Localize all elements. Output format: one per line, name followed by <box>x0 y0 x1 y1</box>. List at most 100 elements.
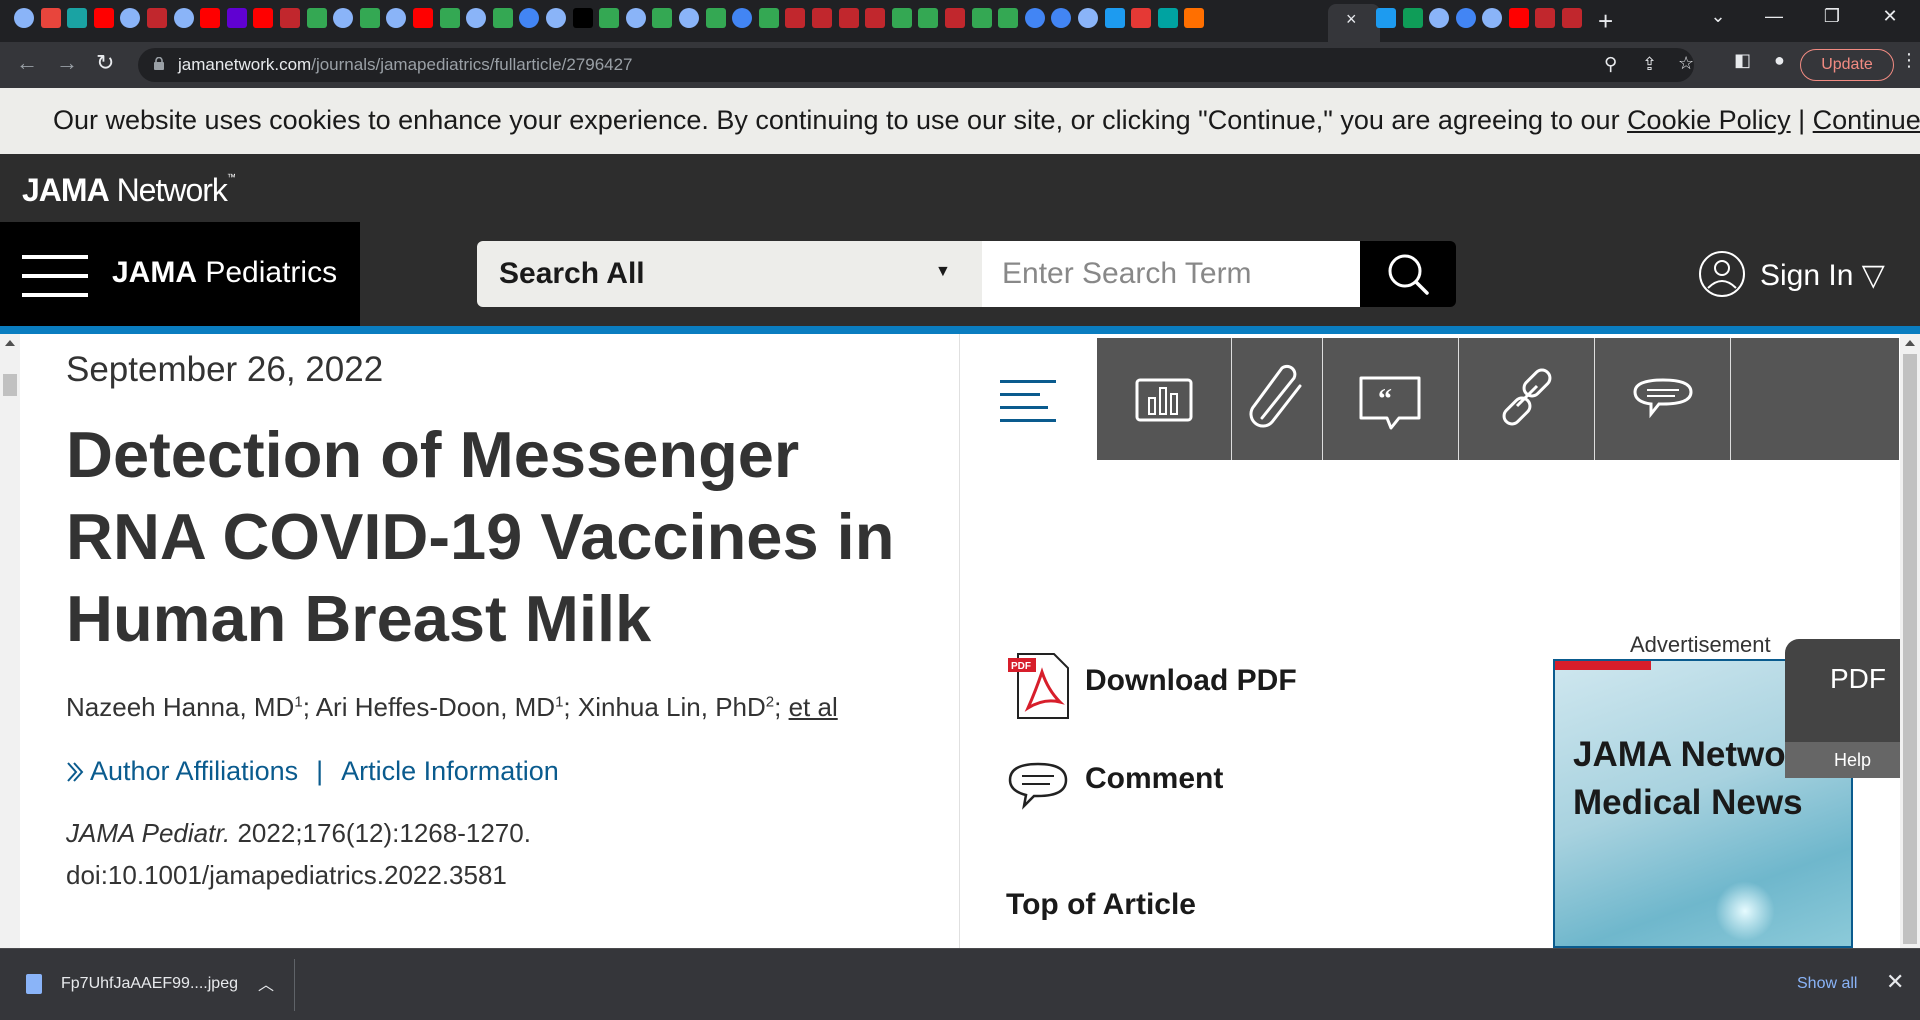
journal-title[interactable]: JAMA Pediatrics <box>112 256 337 290</box>
profile-icon[interactable]: ● <box>1774 50 1785 71</box>
globe-icon[interactable] <box>14 8 34 28</box>
author-name[interactable]: Nazeeh Hanna, MD <box>66 692 294 722</box>
globe-icon[interactable] <box>1482 8 1502 28</box>
youtube-icon[interactable] <box>413 8 433 28</box>
red-icon[interactable] <box>1131 8 1152 28</box>
youtube-icon[interactable] <box>200 8 221 28</box>
new-tab-button[interactable]: + <box>1598 6 1613 37</box>
play-icon[interactable] <box>758 8 779 28</box>
g-icon[interactable] <box>1402 8 1423 28</box>
bi-icon[interactable] <box>280 8 300 28</box>
author-name[interactable]: Ari Heffes-Doon, MD <box>316 692 555 722</box>
search-button[interactable] <box>1360 241 1456 307</box>
globe-icon[interactable] <box>173 8 194 28</box>
search-input[interactable] <box>982 241 1360 307</box>
back-button[interactable]: ← <box>16 50 38 76</box>
pj-icon[interactable] <box>1157 8 1178 28</box>
tab-search-icon[interactable]: ⌄ <box>1688 6 1748 27</box>
close-shelf-icon[interactable]: ✕ <box>1886 969 1904 995</box>
globe-icon[interactable] <box>1429 8 1449 28</box>
globe-icon[interactable] <box>1078 8 1098 28</box>
reload-button[interactable]: ↻ <box>96 50 114 76</box>
toc-top-of-article[interactable]: Top of Article <box>1006 888 1196 922</box>
side-panel-icon[interactable]: ◧ <box>1734 50 1751 71</box>
author-affiliations-link[interactable]: Author Affiliations <box>90 756 298 786</box>
figures-tool[interactable] <box>1097 338 1232 460</box>
globe-icon[interactable] <box>625 8 646 28</box>
play-icon[interactable] <box>306 8 327 28</box>
search-icon[interactable] <box>519 8 540 28</box>
doi[interactable]: doi:10.1001/jamapediatrics.2022.3581 <box>66 860 507 890</box>
play-icon[interactable] <box>359 8 380 28</box>
twitter-icon[interactable] <box>1104 8 1125 28</box>
play-icon[interactable] <box>599 8 620 28</box>
scroll-up-arrow-icon[interactable] <box>5 340 15 346</box>
comment-tool[interactable] <box>1595 338 1731 460</box>
bi-icon[interactable] <box>865 8 886 28</box>
play-icon[interactable] <box>971 8 992 28</box>
close-tab-icon[interactable]: × <box>1346 9 1357 30</box>
youtube-icon[interactable] <box>93 8 114 28</box>
youtube-icon[interactable] <box>253 8 274 28</box>
forward-button[interactable]: → <box>56 50 78 76</box>
search-icon[interactable] <box>1051 8 1072 28</box>
jama-network-logo[interactable]: JAMA Network™ <box>22 172 236 209</box>
close-window-button[interactable]: ✕ <box>1860 6 1920 27</box>
right-scrollbar[interactable] <box>1900 334 1920 948</box>
play-icon[interactable] <box>705 8 726 28</box>
play-icon[interactable] <box>891 8 912 28</box>
cite-tool[interactable]: “ <box>1323 338 1459 460</box>
download-item[interactable]: Fp7UhfJaAAEF99....jpeg <box>61 975 238 993</box>
search-scope-select[interactable]: Search All ▼ <box>477 241 982 307</box>
double-chevron-right-icon[interactable] <box>66 761 84 783</box>
table-of-contents-icon[interactable] <box>1000 380 1056 424</box>
bi-icon[interactable] <box>1535 8 1555 28</box>
play-icon[interactable] <box>918 8 939 28</box>
author-name[interactable]: Xinhua Lin, PhD <box>578 692 766 722</box>
bookmark-star-icon[interactable]: ☆ <box>1678 53 1694 74</box>
cookie-continue-link[interactable]: Continue <box>1813 105 1920 135</box>
zoom-icon[interactable]: ⚲ <box>1604 54 1617 75</box>
share-icon[interactable]: ⇪ <box>1642 54 1657 75</box>
bi-icon[interactable] <box>147 8 167 28</box>
cookie-policy-link[interactable]: Cookie Policy <box>1627 105 1791 135</box>
bi-icon[interactable] <box>812 8 832 28</box>
bi-icon[interactable] <box>945 8 965 28</box>
globe-icon[interactable] <box>466 8 487 28</box>
bookmark-icon[interactable] <box>1184 8 1205 28</box>
stat-icon[interactable] <box>67 8 88 28</box>
supplement-tool[interactable] <box>1232 338 1323 460</box>
bi-icon[interactable] <box>838 8 859 28</box>
globe-icon[interactable] <box>386 8 407 28</box>
brand-icon[interactable] <box>40 8 61 28</box>
address-bar[interactable]: jamanetwork.com/journals/jamapediatrics/… <box>138 48 1694 82</box>
et-al-link[interactable]: et al <box>789 692 838 722</box>
scrollbar-thumb[interactable] <box>1903 354 1917 944</box>
bi-icon[interactable] <box>1561 8 1582 28</box>
article-information-link[interactable]: Article Information <box>341 756 559 786</box>
play-icon[interactable] <box>439 8 460 28</box>
play-icon[interactable] <box>998 8 1019 28</box>
globe-icon[interactable] <box>333 8 354 28</box>
minimize-button[interactable]: — <box>1744 6 1804 27</box>
search-icon[interactable] <box>1455 8 1476 28</box>
youtube-icon[interactable] <box>1508 8 1529 28</box>
hamburger-menu-icon[interactable] <box>22 255 88 297</box>
play-icon[interactable] <box>652 8 673 28</box>
scrollbar-thumb[interactable] <box>3 374 17 396</box>
scroll-up-arrow-icon[interactable] <box>1905 340 1915 346</box>
globe-icon[interactable] <box>546 8 566 28</box>
search-icon[interactable] <box>1024 8 1045 28</box>
play-icon[interactable] <box>492 8 513 28</box>
restore-button[interactable]: ❐ <box>1802 6 1862 27</box>
menu-kebab-icon[interactable]: ⋮ <box>1900 50 1918 71</box>
twitter-icon[interactable] <box>1376 8 1396 28</box>
n-icon[interactable] <box>572 8 593 28</box>
chevron-up-icon[interactable]: ︿ <box>258 971 274 995</box>
show-all-downloads-button[interactable]: Show all <box>1797 975 1857 993</box>
yahoo-icon[interactable] <box>226 8 247 28</box>
globe-icon[interactable] <box>120 8 141 28</box>
permalink-tool[interactable] <box>1459 338 1595 460</box>
update-button[interactable]: Update <box>1800 49 1894 81</box>
bi-icon[interactable] <box>785 8 806 28</box>
